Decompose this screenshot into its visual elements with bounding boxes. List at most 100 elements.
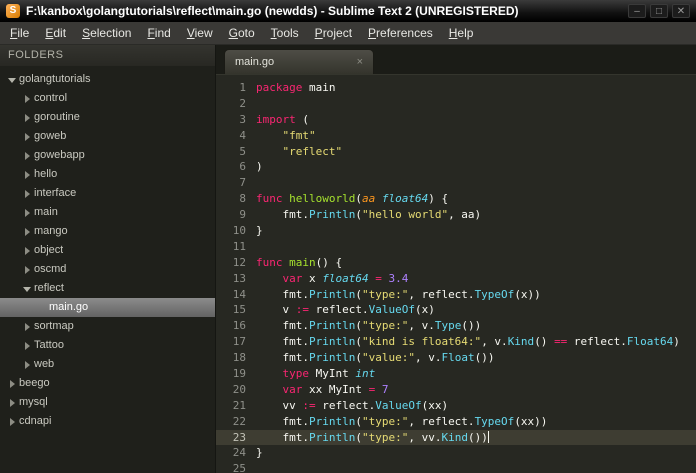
code-line-23[interactable]: fmt.Println("type:", vv.Kind()) — [256, 429, 696, 446]
code-line-20[interactable]: var xx MyInt = 7 — [256, 382, 696, 398]
tree-folder-control[interactable]: control — [0, 89, 215, 108]
chevron-right-icon[interactable] — [21, 336, 34, 355]
menu-file[interactable]: File — [2, 22, 37, 44]
tree-folder-hello[interactable]: hello — [0, 165, 215, 184]
menu-project[interactable]: Project — [307, 22, 360, 44]
tree-folder-tattoo[interactable]: Tattoo — [0, 336, 215, 355]
line-number-6: 6 — [239, 160, 246, 174]
menu-goto[interactable]: Goto — [221, 22, 263, 44]
tree-folder-beego[interactable]: beego — [0, 374, 215, 393]
code-line-6[interactable]: ) — [256, 159, 696, 175]
line-number-11: 11 — [232, 239, 246, 253]
tree-item-label: beego — [19, 377, 50, 389]
tab-close-icon[interactable]: × — [357, 56, 363, 68]
code-line-19[interactable]: type MyInt int — [256, 366, 696, 382]
menu-help[interactable]: Help — [441, 22, 482, 44]
code-line-16[interactable]: fmt.Println("type:", v.Type()) — [256, 318, 696, 334]
maximize-button[interactable]: □ — [650, 4, 668, 18]
chevron-right-icon[interactable] — [21, 317, 34, 336]
tree-folder-golangtutorials[interactable]: golangtutorials — [0, 70, 215, 89]
chevron-right-icon[interactable] — [21, 260, 34, 279]
code-line-24[interactable]: } — [256, 445, 696, 461]
tree-folder-goweb[interactable]: goweb — [0, 127, 215, 146]
code-line-9[interactable]: fmt.Println("hello world", aa) — [256, 207, 696, 223]
minimize-button[interactable]: – — [628, 4, 646, 18]
tree-item-label: goroutine — [34, 111, 80, 123]
chevron-right-icon[interactable] — [6, 412, 19, 431]
text-cursor — [487, 430, 489, 443]
tree-folder-main[interactable]: main — [0, 203, 215, 222]
chevron-right-icon[interactable] — [21, 184, 34, 203]
line-number-15: 15 — [232, 303, 246, 317]
title-bar: S F:\kanbox\golangtutorials\reflect\main… — [0, 0, 696, 22]
menu-selection[interactable]: Selection — [74, 22, 139, 44]
folders-header: FOLDERS — [0, 45, 215, 66]
chevron-down-icon[interactable] — [21, 279, 34, 298]
tree-item-label: goweb — [34, 130, 67, 142]
code-line-3[interactable]: import ( — [256, 112, 696, 128]
chevron-right-icon[interactable] — [21, 222, 34, 241]
chevron-right-icon[interactable] — [6, 374, 19, 393]
line-number-25: 25 — [232, 462, 246, 473]
tree-folder-cdnapi[interactable]: cdnapi — [0, 412, 215, 431]
menu-find[interactable]: Find — [139, 22, 178, 44]
chevron-right-icon[interactable] — [21, 89, 34, 108]
code-line-18[interactable]: fmt.Println("value:", v.Float()) — [256, 350, 696, 366]
line-number-16: 16 — [232, 319, 246, 333]
tree-folder-mysql[interactable]: mysql — [0, 393, 215, 412]
tree-folder-web[interactable]: web — [0, 355, 215, 374]
code-line-11[interactable] — [256, 239, 696, 255]
code-line-12[interactable]: func main() { — [256, 255, 696, 271]
code-line-1[interactable]: package main — [256, 80, 696, 96]
code-line-4[interactable]: "fmt" — [256, 128, 696, 144]
sublime-text-window: S F:\kanbox\golangtutorials\reflect\main… — [0, 0, 696, 473]
chevron-right-icon[interactable] — [21, 355, 34, 374]
code-line-22[interactable]: fmt.Println("type:", reflect.TypeOf(xx)) — [256, 414, 696, 430]
chevron-right-icon[interactable] — [21, 165, 34, 184]
tree-item-label: main.go — [49, 301, 89, 313]
tree-folder-interface[interactable]: interface — [0, 184, 215, 203]
tree-folder-object[interactable]: object — [0, 241, 215, 260]
tree-item-label: main — [34, 206, 58, 218]
chevron-right-icon[interactable] — [21, 203, 34, 222]
code-line-17[interactable]: fmt.Println("kind is float64:", v.Kind()… — [256, 334, 696, 350]
chevron-right-icon[interactable] — [21, 146, 34, 165]
chevron-right-icon[interactable] — [6, 393, 19, 412]
menu-preferences[interactable]: Preferences — [360, 22, 441, 44]
code-line-7[interactable] — [256, 175, 696, 191]
tab-bar: main.go × — [216, 45, 696, 75]
code-line-14[interactable]: fmt.Println("type:", reflect.TypeOf(x)) — [256, 287, 696, 303]
tab-label: main.go — [235, 56, 275, 68]
chevron-right-icon[interactable] — [21, 241, 34, 260]
tree-folder-reflect[interactable]: reflect — [0, 279, 215, 298]
chevron-right-icon[interactable] — [21, 108, 34, 127]
code-line-13[interactable]: var x float64 = 3.4 — [256, 271, 696, 287]
tab-main-go[interactable]: main.go × — [224, 49, 374, 74]
file-indent-spacer — [36, 298, 49, 317]
code-line-5[interactable]: "reflect" — [256, 144, 696, 160]
tree-folder-gowebapp[interactable]: gowebapp — [0, 146, 215, 165]
line-number-5: 5 — [239, 144, 246, 158]
code-line-8[interactable]: func helloworld(aa float64) { — [256, 191, 696, 207]
tree-file-main.go[interactable]: main.go — [0, 298, 215, 317]
code-line-2[interactable] — [256, 96, 696, 112]
menu-view[interactable]: View — [179, 22, 221, 44]
code-line-10[interactable]: } — [256, 223, 696, 239]
line-number-9: 9 — [239, 208, 246, 222]
code-line-21[interactable]: vv := reflect.ValueOf(xx) — [256, 398, 696, 414]
menu-edit[interactable]: Edit — [37, 22, 74, 44]
line-number-19: 19 — [232, 367, 246, 381]
tree-folder-goroutine[interactable]: goroutine — [0, 108, 215, 127]
tree-folder-mango[interactable]: mango — [0, 222, 215, 241]
code-line-25[interactable] — [256, 461, 696, 473]
chevron-right-icon[interactable] — [21, 127, 34, 146]
code-line-15[interactable]: v := reflect.ValueOf(x) — [256, 302, 696, 318]
line-number-12: 12 — [232, 255, 246, 269]
code-editor[interactable]: 1 2 3 4 5 6 7 8 9 10 11 12 13 14 15 16 17 18 19 20 21 22 23 24 2… — [216, 75, 696, 473]
tree-folder-oscmd[interactable]: oscmd — [0, 260, 215, 279]
chevron-down-icon[interactable] — [6, 70, 19, 89]
close-button[interactable]: ✕ — [672, 4, 690, 18]
line-number-21: 21 — [232, 398, 246, 412]
tree-folder-sortmap[interactable]: sortmap — [0, 317, 215, 336]
menu-tools[interactable]: Tools — [263, 22, 307, 44]
